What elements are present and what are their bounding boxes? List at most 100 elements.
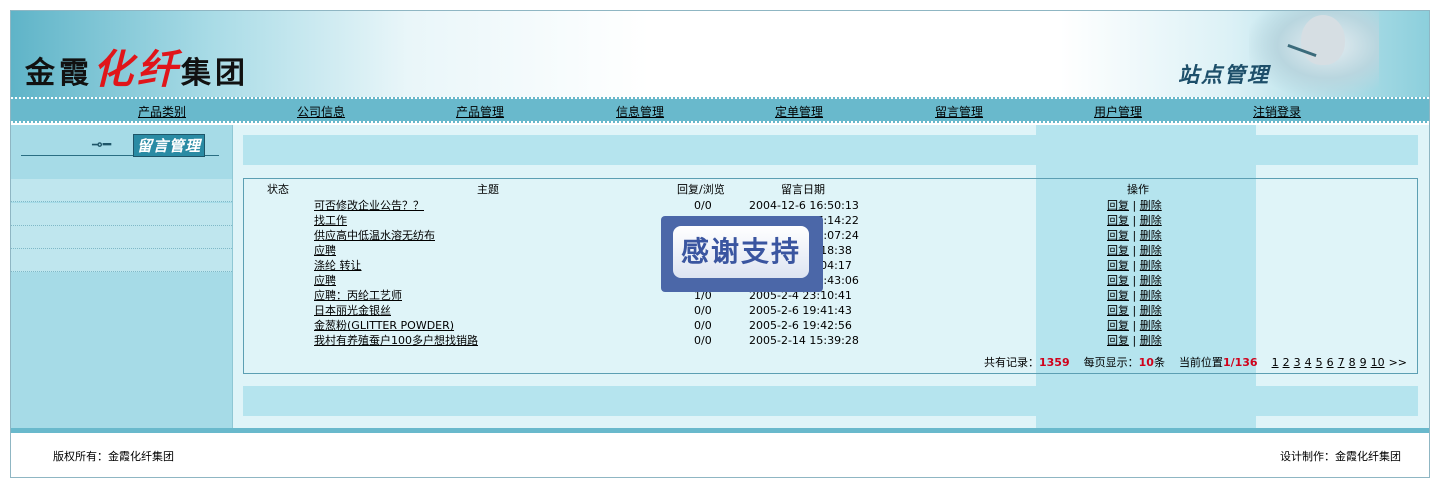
col-subject: 主题 [477, 183, 499, 196]
op-separator: | [1132, 304, 1137, 317]
message-subject-link[interactable]: 应聘 [314, 243, 336, 258]
nav-product-manage[interactable]: 产品管理 [456, 103, 504, 120]
op-separator: | [1132, 229, 1137, 242]
op-separator: | [1132, 274, 1137, 287]
message-subject-link[interactable]: 涤纶 转让 [314, 258, 362, 273]
row-operations: 回复 | 删除 [1107, 228, 1162, 243]
key-icon: ⊸━ [91, 137, 112, 153]
page-link[interactable]: 3 [1294, 356, 1301, 369]
page-link[interactable]: 2 [1283, 356, 1290, 369]
op-separator: | [1132, 334, 1137, 347]
copyright-text: 版权所有：金霞化纤集团 [53, 450, 174, 463]
row-operations: 回复 | 删除 [1107, 213, 1162, 228]
message-subject-link[interactable]: 金葱粉(GLITTER POWDER) [314, 318, 454, 333]
col-operations: 操作 [1127, 183, 1149, 196]
delete-link[interactable]: 删除 [1140, 289, 1162, 302]
message-subject-link[interactable]: 供应高中低温水溶无纺布 [314, 228, 435, 243]
col-reply-view: 回复/浏览 [677, 183, 725, 196]
next-pages-link[interactable]: >> [1389, 356, 1407, 369]
op-separator: | [1132, 244, 1137, 257]
sidebar-item[interactable] [11, 203, 232, 226]
row-operations: 回复 | 删除 [1107, 333, 1162, 348]
delete-link[interactable]: 删除 [1140, 319, 1162, 332]
row-operations: 回复 | 删除 [1107, 198, 1162, 213]
page-links: 1 2 3 4 5 6 7 8 9 10 [1272, 356, 1389, 369]
sidebar-section-label: 留言管理 [133, 134, 206, 157]
nav-company-info[interactable]: 公司信息 [297, 103, 345, 120]
message-date: 2004-12-6 16:50:13 [749, 199, 859, 212]
row-operations: 回复 | 删除 [1107, 288, 1162, 303]
message-subject-link[interactable]: 可否修改企业公告？？ [314, 198, 424, 213]
reply-link[interactable]: 回复 [1107, 274, 1129, 287]
message-date: 2005-2-6 19:41:43 [749, 304, 852, 317]
sidebar-item[interactable] [11, 179, 232, 202]
row-operations: 回复 | 删除 [1107, 303, 1162, 318]
delete-link[interactable]: 删除 [1140, 214, 1162, 227]
reply-view-count: 0/0 [694, 304, 712, 317]
delete-link[interactable]: 删除 [1140, 274, 1162, 287]
reply-view-count: 0/0 [694, 334, 712, 347]
designer-text: 设计制作：金霞化纤集团 [1280, 450, 1401, 463]
reply-link[interactable]: 回复 [1107, 244, 1129, 257]
row-operations: 回复 | 删除 [1107, 318, 1162, 333]
reply-view-count: 0/0 [694, 199, 712, 212]
nav-logout[interactable]: 注销登录 [1253, 103, 1301, 120]
reply-link[interactable]: 回复 [1107, 199, 1129, 212]
delete-link[interactable]: 删除 [1140, 334, 1162, 347]
nav-message-manage[interactable]: 留言管理 [935, 103, 983, 120]
page-link[interactable]: 1 [1272, 356, 1279, 369]
reply-link[interactable]: 回复 [1107, 259, 1129, 272]
nav-user-manage[interactable]: 用户管理 [1094, 103, 1142, 120]
message-subject-link[interactable]: 我村有养殖蚕户100多户想找销路 [314, 333, 478, 348]
site-header: 金霞化纤集团 站点管理 [11, 11, 1429, 97]
current-position: 1/136 [1222, 356, 1258, 369]
thanks-watermark: 感谢支持 [661, 216, 823, 292]
col-status: 状态 [267, 183, 289, 196]
message-list: 状态 主题 回复/浏览 留言日期 操作 共有记录：1359 每页显示：10条 当… [243, 178, 1418, 374]
delete-link[interactable]: 删除 [1140, 199, 1162, 212]
delete-link[interactable]: 删除 [1140, 244, 1162, 257]
reply-link[interactable]: 回复 [1107, 304, 1129, 317]
message-subject-link[interactable]: 找工作 [314, 213, 347, 228]
row-operations: 回复 | 删除 [1107, 273, 1162, 288]
main-nav: 产品类别 公司信息 产品管理 信息管理 定单管理 留言管理 用户管理 注销登录 [11, 97, 1429, 123]
nav-order-manage[interactable]: 定单管理 [775, 103, 823, 120]
message-date: 2005-2-6 19:42:56 [749, 319, 852, 332]
total-records: 1359 [1039, 356, 1070, 369]
message-subject-link[interactable]: 日本丽光金银丝 [314, 303, 391, 318]
delete-link[interactable]: 删除 [1140, 304, 1162, 317]
reply-link[interactable]: 回复 [1107, 289, 1129, 302]
message-subject-link[interactable]: 应聘 [314, 273, 336, 288]
op-separator: | [1132, 319, 1137, 332]
sidebar-item[interactable] [11, 226, 232, 249]
page-frame: 金霞化纤集团 站点管理 产品类别 公司信息 产品管理 信息管理 定单管理 留言管… [10, 10, 1430, 478]
reply-link[interactable]: 回复 [1107, 334, 1129, 347]
page-link[interactable]: 5 [1316, 356, 1323, 369]
reply-link[interactable]: 回复 [1107, 319, 1129, 332]
main-content: 状态 主题 回复/浏览 留言日期 操作 共有记录：1359 每页显示：10条 当… [233, 125, 1429, 428]
delete-link[interactable]: 删除 [1140, 229, 1162, 242]
row-operations: 回复 | 删除 [1107, 258, 1162, 273]
op-separator: | [1132, 259, 1137, 272]
nav-info-manage[interactable]: 信息管理 [616, 103, 664, 120]
reply-view-count: 0/0 [694, 319, 712, 332]
page-link[interactable]: 8 [1349, 356, 1356, 369]
page-link[interactable]: 10 [1371, 356, 1385, 369]
site-footer: 版权所有：金霞化纤集团 设计制作：金霞化纤集团 [11, 428, 1429, 477]
page-link[interactable]: 4 [1305, 356, 1312, 369]
nav-product-category[interactable]: 产品类别 [138, 103, 186, 120]
sidebar-title: ⊸━ 留言管理 [21, 133, 219, 157]
col-date: 留言日期 [781, 183, 825, 196]
reply-link[interactable]: 回复 [1107, 229, 1129, 242]
page-link[interactable]: 6 [1327, 356, 1334, 369]
sidebar-item[interactable] [11, 249, 232, 272]
delete-link[interactable]: 删除 [1140, 259, 1162, 272]
reply-link[interactable]: 回复 [1107, 214, 1129, 227]
bottom-band [243, 386, 1418, 416]
message-subject-link[interactable]: 应聘：丙纶工艺师 [314, 288, 402, 303]
op-separator: | [1132, 214, 1137, 227]
pager: 共有记录：1359 每页显示：10条 当前位置1/136 1 2 3 4 5 6 7 8 9 10… [984, 356, 1408, 369]
op-separator: | [1132, 199, 1137, 212]
page-link[interactable]: 9 [1360, 356, 1367, 369]
page-link[interactable]: 7 [1338, 356, 1345, 369]
